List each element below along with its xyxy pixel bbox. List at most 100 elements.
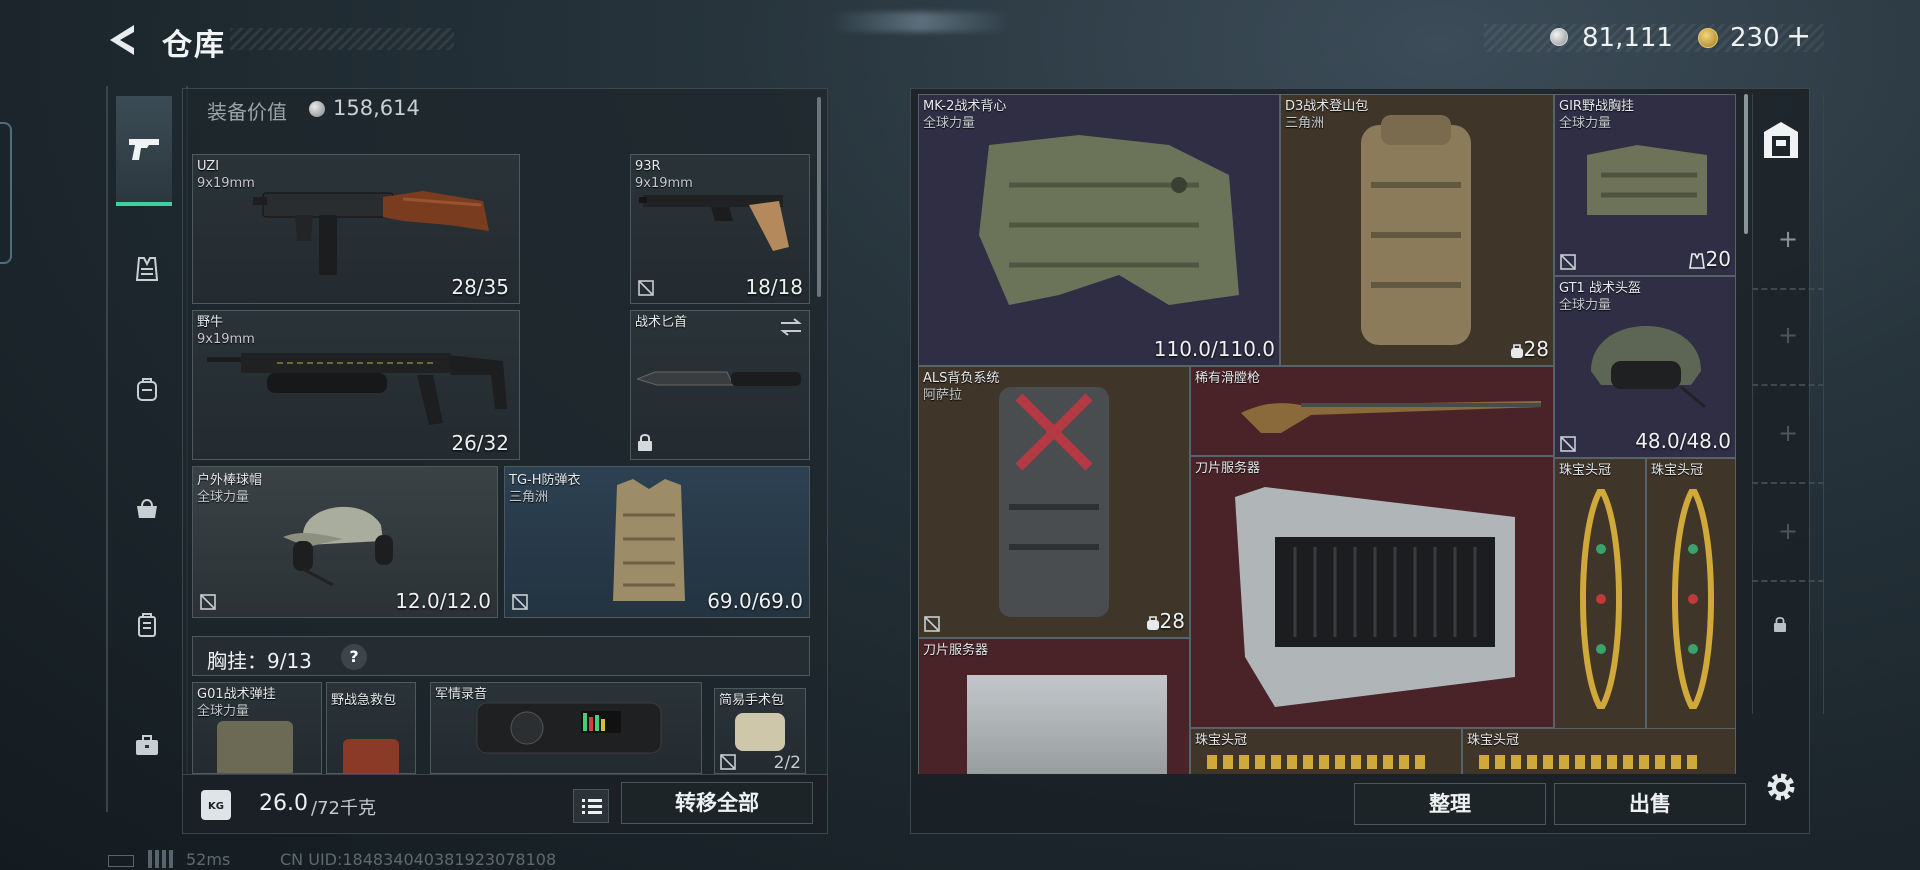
stash-item[interactable]: 刀片服务器: [1190, 456, 1554, 728]
coin-value[interactable]: 230: [1730, 23, 1780, 53]
coin-icon[interactable]: [1698, 28, 1718, 48]
stash-scrollbar[interactable]: [1744, 94, 1748, 234]
toolbox-icon[interactable]: [134, 732, 160, 758]
item-name: 珠宝头冠: [1651, 463, 1704, 478]
money-value: 81,111: [1582, 23, 1673, 53]
case-icon[interactable]: [134, 612, 160, 638]
nav-weapons-tab[interactable]: [116, 96, 172, 206]
item-origin: 三角洲: [1285, 116, 1325, 131]
add-page-button[interactable]: +: [1775, 322, 1801, 348]
item-capacity: 28: [1159, 609, 1185, 633]
coin-plus[interactable]: +: [1786, 19, 1811, 54]
no-insure-icon: [638, 280, 654, 296]
rig-item[interactable]: 军情录音: [430, 682, 702, 774]
stash-item[interactable]: GT1 战术头盔 全球力量 48.0/48.0: [1554, 276, 1736, 458]
stash-grid: MK-2战术背心 全球力量 110.0/110.0 D3战术登山包 三角洲 28…: [918, 94, 1736, 774]
als-backpack-image: [999, 387, 1109, 617]
back-button[interactable]: [104, 20, 144, 60]
item-capacity: 28: [1523, 337, 1549, 361]
weapon-name: 93R: [635, 159, 661, 174]
add-page-button[interactable]: +: [1775, 518, 1801, 544]
backpack-icon[interactable]: [134, 376, 160, 402]
knife-image: [637, 371, 801, 386]
weight-capacity: /72千克: [311, 798, 376, 819]
no-insure-icon: [720, 754, 736, 770]
rig-image: [217, 721, 293, 773]
rig-item-uses: 2/2: [773, 753, 801, 773]
stash-item[interactable]: MK-2战术背心 全球力量 110.0/110.0: [918, 94, 1280, 366]
stash-item[interactable]: 稀有滑膛枪: [1190, 366, 1554, 456]
uid-text: CN UID:184834040381923078108: [280, 850, 557, 869]
stash-item[interactable]: 珠宝头冠: [1462, 728, 1736, 774]
no-insure-icon: [1560, 254, 1576, 270]
rig-item[interactable]: 简易手术包 2/2: [714, 688, 806, 774]
stash-item[interactable]: GIR野战胸挂 全球力量 20: [1554, 94, 1736, 276]
sort-button[interactable]: 整理: [1354, 783, 1546, 825]
server-image: [967, 675, 1167, 774]
weapon-slot-93r[interactable]: 93R 9x19mm 18/18: [630, 154, 810, 304]
page-divider: [1752, 482, 1824, 484]
rig-item[interactable]: 野战急救包: [326, 682, 416, 774]
weapon-slot-bison[interactable]: 野牛 9x19mm 26/32: [192, 310, 520, 460]
rig-item-name: G01战术弹挂: [197, 687, 276, 702]
sell-button[interactable]: 出售: [1554, 783, 1746, 825]
bag-icon[interactable]: [134, 494, 160, 520]
melee-slot[interactable]: 战术匕首: [630, 310, 810, 460]
weapon-name: UZI: [197, 159, 220, 174]
stash-item[interactable]: 珠宝头冠: [1190, 728, 1462, 774]
item-name: GT1 战术头盔: [1559, 281, 1641, 296]
helmet-name: 户外棒球帽: [197, 473, 263, 488]
rig-item-name: 野战急救包: [331, 693, 397, 708]
money-icon: [309, 101, 325, 117]
list-view-button[interactable]: [573, 789, 609, 823]
no-insure-icon: [512, 594, 528, 610]
rig-item-origin: 全球力量: [197, 704, 250, 719]
stash-home-tab[interactable]: [1758, 118, 1804, 164]
stash-item[interactable]: D3战术登山包 三角洲 28: [1280, 94, 1554, 366]
item-durability: 48.0/48.0: [1635, 429, 1731, 453]
vest-icon[interactable]: [134, 256, 160, 282]
stash-pages: [1752, 94, 1824, 714]
page-divider: [1752, 580, 1824, 582]
gear-icon[interactable]: [1764, 770, 1798, 804]
rig-header: 胸挂：9/13 ?: [192, 636, 810, 676]
page-title: 仓库: [162, 28, 226, 63]
swap-icon[interactable]: [779, 317, 803, 337]
stash-item[interactable]: 刀片服务器: [918, 638, 1190, 774]
stash-item[interactable]: ALS背负系统 阿萨拉 28: [918, 366, 1190, 638]
add-page-button[interactable]: +: [1775, 226, 1801, 252]
item-name: 刀片服务器: [1195, 461, 1261, 476]
rig-help-button[interactable]: ?: [341, 644, 367, 670]
stash-item[interactable]: 珠宝头冠: [1554, 458, 1646, 730]
add-page-button[interactable]: +: [1775, 420, 1801, 446]
recorder-image: [476, 702, 662, 754]
ping-text: 52ms: [186, 850, 231, 869]
rig-item-name: 简易手术包: [719, 693, 785, 708]
helmet-slot[interactable]: 户外棒球帽 全球力量 12.0/12.0: [192, 466, 498, 618]
equip-value: 158,614: [333, 96, 420, 120]
crown-image: [1580, 489, 1622, 709]
loadout-scrollbar[interactable]: [817, 97, 821, 297]
weapon-name: 野牛: [197, 315, 224, 330]
crown-image: [1479, 755, 1699, 769]
backpack-image: [1361, 115, 1471, 345]
lock-icon[interactable]: [1773, 616, 1787, 632]
header: 仓库 81,111 230 +: [0, 0, 1920, 80]
armor-name: TG-H防弹衣: [509, 473, 581, 488]
vest-capacity-icon: [1689, 253, 1705, 269]
battery-icon: [108, 855, 134, 867]
melee-name: 战术匕首: [635, 315, 688, 330]
transfer-all-button[interactable]: 转移全部: [621, 782, 813, 824]
weapon-slot-uzi[interactable]: UZI 9x19mm 28/35: [192, 154, 520, 304]
page-divider: [1752, 288, 1824, 290]
item-origin: 阿萨拉: [923, 388, 963, 403]
helmet-origin: 全球力量: [197, 490, 250, 505]
helmet-durability: 12.0/12.0: [395, 589, 491, 613]
rig-item[interactable]: G01战术弹挂 全球力量: [192, 682, 322, 774]
lock-icon: [638, 434, 652, 451]
item-durability: 110.0/110.0: [1153, 337, 1275, 361]
armor-slot[interactable]: TG-H防弹衣 三角洲 69.0/69.0: [504, 466, 810, 618]
no-insure-icon: [200, 594, 216, 610]
stash-item[interactable]: 珠宝头冠: [1646, 458, 1736, 730]
crown-image: [1207, 755, 1427, 769]
